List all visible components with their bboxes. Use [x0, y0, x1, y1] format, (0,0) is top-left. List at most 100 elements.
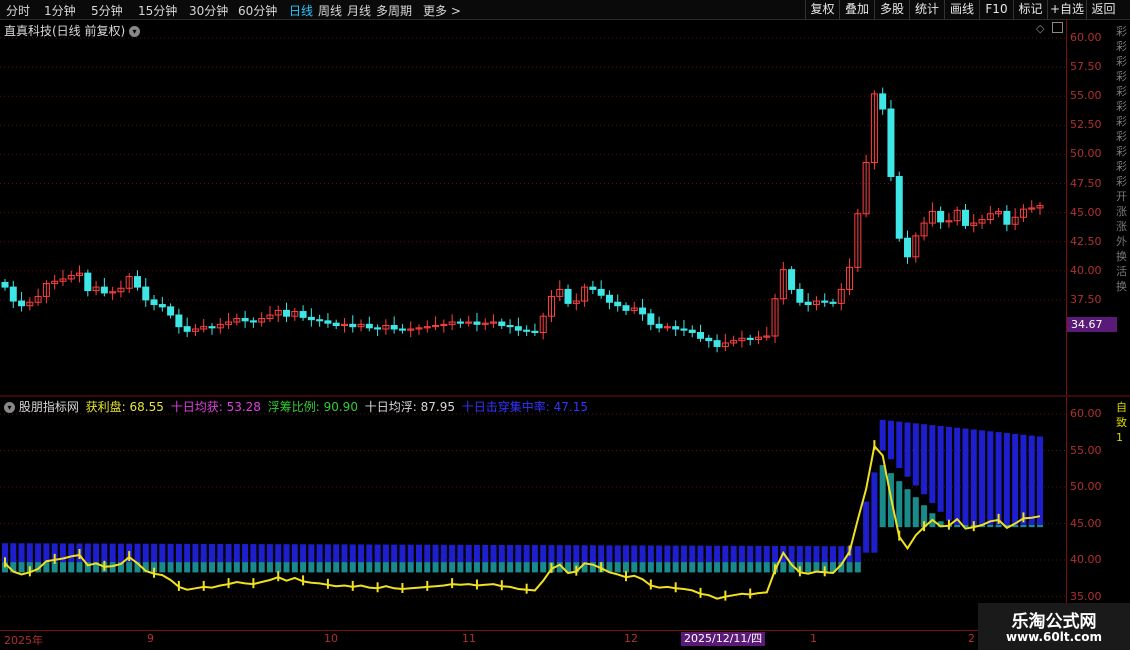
chip-bar: [573, 545, 580, 563]
chip-bar-teal: [258, 562, 265, 573]
chip-bar-teal: [473, 562, 480, 573]
chip-bar-teal: [482, 562, 489, 573]
candle-down: [398, 328, 406, 331]
chip-bar: [291, 544, 298, 563]
chip-bar: [1003, 432, 1010, 525]
main-y-label: 57.50: [1070, 60, 1102, 74]
candle-down: [639, 307, 647, 315]
candle-down: [307, 316, 315, 321]
chip-bar-teal: [987, 524, 994, 528]
candle-down: [473, 321, 481, 325]
chip-bar-teal: [233, 562, 240, 573]
indicator-label-4: 十日击穿集中率: 47.15: [457, 400, 589, 414]
chip-bar-teal: [705, 562, 712, 573]
chip-bar-teal: [250, 562, 257, 573]
chip-bar: [266, 544, 273, 563]
chip-bar-teal: [159, 562, 166, 573]
chip-bar: [407, 544, 414, 563]
chip-bar: [159, 543, 166, 563]
chevron-down-icon[interactable]: ▾: [129, 26, 141, 37]
chip-bar: [374, 544, 381, 563]
chip-bar: [689, 545, 696, 563]
chip-bar: [424, 544, 431, 563]
candle-down: [647, 313, 655, 325]
chip-bar-teal: [623, 562, 629, 573]
date-label-feb: 2: [968, 632, 975, 645]
chip-bar-teal: [755, 562, 762, 573]
chip-bar: [697, 545, 704, 563]
chip-bar: [879, 419, 886, 451]
candle-down: [316, 319, 324, 322]
main-y-label: 60.00: [1070, 31, 1102, 44]
chip-bar: [167, 543, 174, 563]
chip-bar: [979, 430, 986, 525]
candle-down: [1, 281, 9, 288]
indicator-y-label: 35.00: [1070, 589, 1102, 603]
chip-bar: [93, 543, 100, 563]
chip-bar: [523, 545, 530, 563]
chip-bar: [84, 543, 91, 563]
chip-bar-teal: [1037, 524, 1043, 528]
candle-down: [904, 237, 912, 258]
chip-bar-teal: [358, 562, 365, 573]
chip-bar-teal: [167, 562, 174, 573]
candle-down: [705, 337, 713, 342]
chip-bar: [490, 544, 497, 563]
chip-bar-teal: [266, 562, 273, 573]
chip-bar-teal: [954, 524, 961, 528]
candle-down: [589, 286, 597, 290]
right-side-panel: 彩彩彩彩彩彩彩彩彩彩彩开涨涨外换活换: [1116, 25, 1127, 293]
chip-bar-teal: [59, 562, 66, 573]
chip-bar-teal: [515, 562, 522, 573]
indicator-label-3: 十日均浮: 87.95: [360, 400, 455, 414]
chip-bar: [316, 544, 323, 563]
chip-bar-teal: [904, 489, 911, 528]
chip-bar: [258, 544, 265, 563]
chip-bar: [134, 543, 141, 563]
candle-down: [208, 326, 216, 329]
chip-bar-teal: [846, 562, 853, 573]
diamond-icon[interactable]: ◇: [1036, 22, 1044, 35]
chip-bar-teal: [308, 562, 315, 573]
chip-bar-teal: [407, 562, 414, 573]
date-label-dec: 12: [624, 632, 638, 645]
candle-down: [324, 320, 332, 324]
candle-down: [895, 176, 903, 239]
main-y-label: 52.50: [1070, 118, 1102, 132]
chip-bar: [59, 543, 66, 563]
chip-bar-teal: [192, 562, 199, 573]
chip-bar-teal: [391, 562, 398, 573]
chip-bar-teal: [1020, 524, 1027, 528]
chip-bar-teal: [76, 562, 83, 573]
date-label-oct: 10: [324, 632, 338, 645]
chip-bar-teal: [1028, 524, 1035, 528]
date-label-2025: 2025年: [4, 634, 43, 647]
indicator-y-axis-line: [1066, 397, 1067, 630]
candle-down: [531, 330, 539, 333]
candle-down: [249, 320, 257, 323]
chip-bar: [772, 545, 779, 563]
chevron-down-icon[interactable]: ▾: [4, 402, 15, 413]
chip-bar-teal: [275, 562, 282, 573]
chip-bar-teal: [465, 562, 472, 573]
maximize-icon[interactable]: [1052, 22, 1063, 33]
chip-bar-teal: [912, 497, 919, 528]
chip-bar: [358, 544, 365, 563]
chip-bar: [1020, 434, 1027, 525]
candle-down: [349, 323, 357, 328]
candle-down: [299, 311, 307, 318]
chip-bar: [614, 545, 621, 563]
chip-bar: [482, 544, 489, 563]
candle-down: [241, 318, 249, 322]
chip-bar: [887, 420, 894, 460]
chip-bar-teal: [424, 562, 431, 573]
chip-bar: [341, 544, 348, 563]
chip-bar-teal: [680, 562, 687, 573]
chart-canvas[interactable]: [0, 0, 1130, 650]
candle-down: [605, 294, 613, 303]
chip-bar: [366, 544, 373, 563]
candle-down: [183, 326, 191, 332]
candle-down: [514, 326, 522, 331]
chip-bar: [209, 543, 215, 563]
candle-down: [1003, 210, 1011, 225]
